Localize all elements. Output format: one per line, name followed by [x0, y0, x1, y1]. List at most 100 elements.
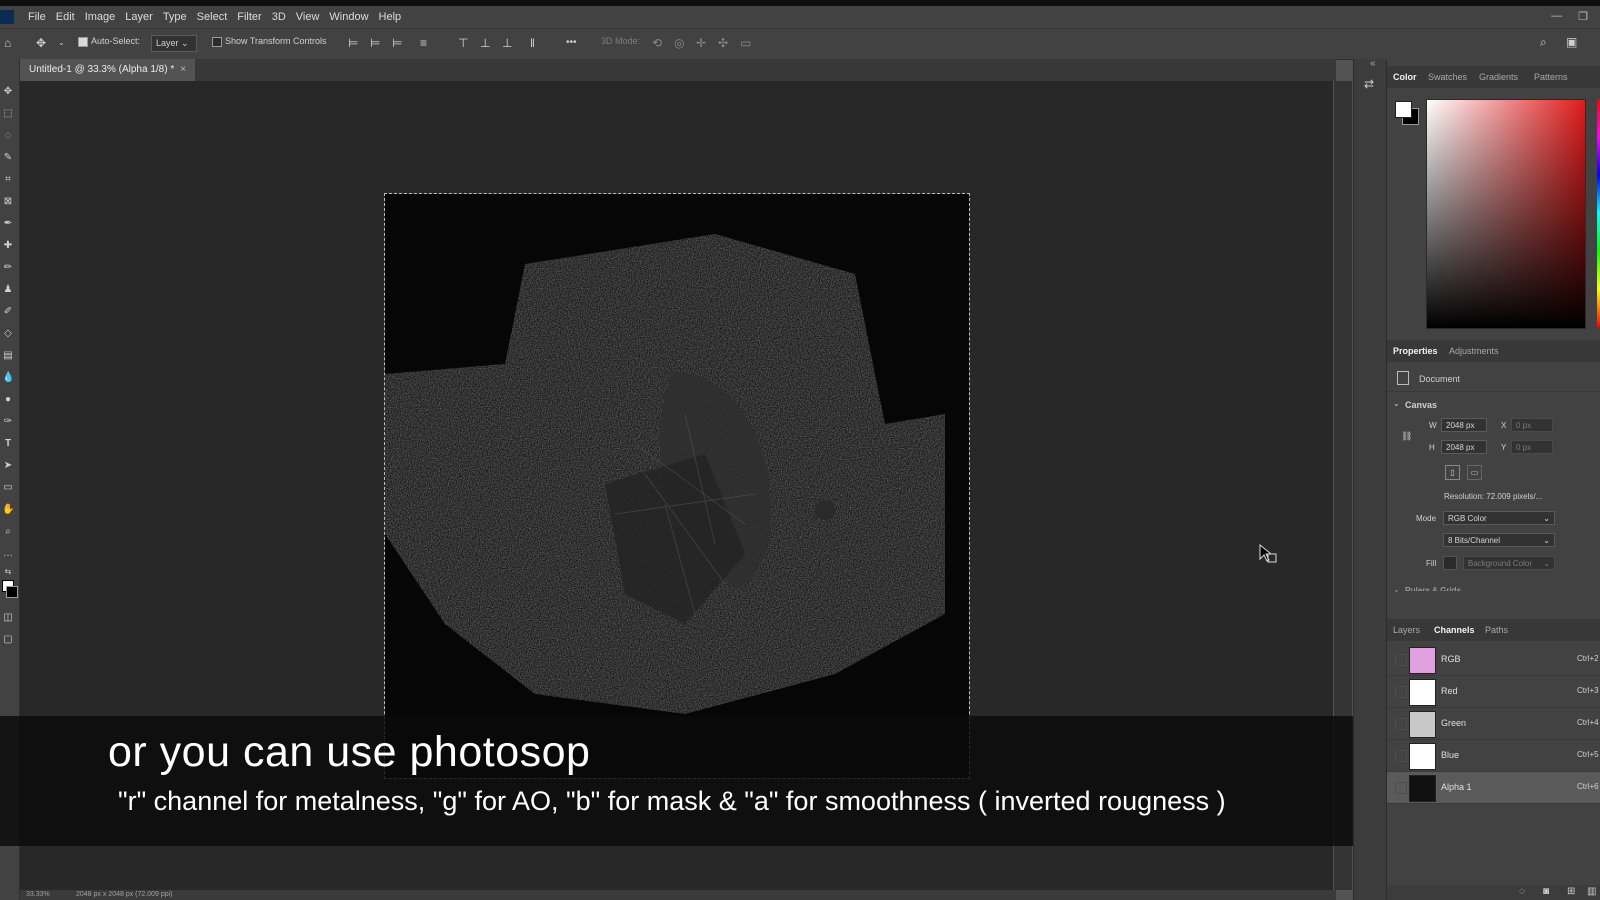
foreground-color-swatch[interactable] [1395, 101, 1412, 118]
tab-paths[interactable]: Paths [1485, 625, 1508, 635]
tab-gradients[interactable]: Gradients [1479, 72, 1518, 82]
screen-mode-icon[interactable]: ▢ [2, 634, 14, 646]
chevron-down-icon[interactable]: ⌄ [1393, 585, 1400, 594]
move-tool-icon[interactable]: ✥ [36, 36, 46, 50]
stamp-tool-icon[interactable]: ♟ [2, 284, 14, 296]
more-options-button[interactable]: ••• [566, 37, 577, 48]
tab-adjustments[interactable]: Adjustments [1449, 346, 1499, 356]
x-field[interactable]: 0 px [1511, 418, 1553, 432]
workspace-icon[interactable]: ▣ [1566, 35, 1577, 49]
channel-row-green[interactable]: Green Ctrl+4 [1387, 708, 1600, 740]
frame-tool-icon[interactable]: ⊠ [2, 196, 14, 208]
channel-row-alpha-1[interactable]: Alpha 1 Ctrl+6 [1387, 772, 1600, 804]
close-icon[interactable]: × [180, 64, 186, 75]
menu-filter[interactable]: Filter [237, 11, 261, 23]
mode-select[interactable]: RGB Color ⌄ [1443, 511, 1555, 525]
collapse-panels-icon[interactable]: « [1370, 58, 1376, 69]
document-canvas[interactable] [384, 193, 970, 779]
align-left-icon[interactable]: ⊨ [348, 36, 358, 50]
tab-color[interactable]: Color [1387, 66, 1422, 88]
pen-tool-icon[interactable]: ✑ [2, 416, 14, 428]
video-camera-icon[interactable]: ▭ [740, 36, 751, 50]
align-top-icon[interactable]: ⊤ [458, 36, 468, 50]
chevron-down-icon[interactable]: ⌄ [58, 36, 65, 50]
align-right-icon[interactable]: ⊨ [392, 36, 402, 50]
menu-select[interactable]: Select [197, 11, 228, 23]
layer-select[interactable]: Layer ⌄ [151, 35, 197, 52]
menu-window[interactable]: Window [329, 11, 368, 23]
visibility-toggle[interactable] [1395, 654, 1407, 666]
dodge-tool-icon[interactable]: ● [2, 394, 14, 406]
quick-select-tool-icon[interactable]: ✎ [2, 152, 14, 164]
fill-color-swatch[interactable] [1443, 556, 1457, 570]
path-select-icon[interactable]: ➤ [2, 460, 14, 472]
tab-layers[interactable]: Layers [1393, 625, 1420, 635]
menu-type[interactable]: Type [163, 11, 187, 23]
visibility-toggle[interactable] [1395, 782, 1407, 794]
align-bottom-icon[interactable]: ⊥ [502, 36, 512, 50]
menu-edit[interactable]: Edit [56, 11, 75, 23]
eyedropper-tool-icon[interactable]: ✒ [2, 218, 14, 230]
tab-properties[interactable]: Properties [1387, 340, 1444, 362]
distribute-icon[interactable]: ≡ [420, 36, 427, 50]
fill-select[interactable]: Background Color ⌄ [1463, 556, 1555, 570]
save-selection-icon[interactable]: ◙ [1543, 885, 1549, 899]
menu-3d[interactable]: 3D [272, 11, 286, 23]
rectangle-tool-icon[interactable]: ▭ [2, 482, 14, 494]
more-tools-icon[interactable]: … [2, 548, 14, 560]
align-center-icon[interactable]: ⊨ [370, 36, 380, 50]
menu-file[interactable]: File [28, 11, 46, 23]
landscape-orientation-icon[interactable]: ▭ [1467, 465, 1482, 480]
y-field[interactable]: 0 px [1511, 440, 1553, 454]
show-transform-checkbox[interactable]: Show Transform Controls [212, 36, 327, 47]
swap-colors-icon[interactable]: ⇆ [2, 566, 14, 578]
link-icon[interactable]: ⛓ [1401, 431, 1412, 442]
new-channel-icon[interactable]: ⊞ [1567, 885, 1575, 899]
history-brush-icon[interactable]: ✐ [2, 306, 14, 318]
restore-icon[interactable]: ❐ [1578, 10, 1588, 23]
chevron-down-icon[interactable]: ⌄ [1393, 399, 1400, 408]
home-icon[interactable]: ⌂ [4, 36, 11, 50]
align-middle-icon[interactable]: ⊥ [480, 36, 490, 50]
search-icon[interactable]: ⌕ [1540, 35, 1547, 49]
tab-swatches[interactable]: Swatches [1428, 72, 1467, 82]
type-tool-icon[interactable]: T [2, 438, 14, 450]
blur-tool-icon[interactable]: 💧 [2, 372, 14, 384]
distribute-vertical-icon[interactable]: ‖ [530, 36, 535, 50]
gradient-tool-icon[interactable]: ▤ [2, 350, 14, 362]
bit-depth-select[interactable]: 8 Bits/Channel ⌄ [1443, 533, 1555, 547]
hand-tool-icon[interactable]: ✋ [2, 504, 14, 516]
quick-mask-icon[interactable]: ◫ [2, 612, 14, 624]
pan-3d-icon[interactable]: ✛ [696, 36, 706, 50]
orbit-3d-icon[interactable]: ⟲ [652, 36, 662, 50]
delete-channel-icon[interactable]: ▥ [1587, 885, 1596, 899]
visibility-toggle[interactable] [1395, 750, 1407, 762]
move-tool-icon[interactable]: ✥ [2, 86, 14, 98]
healing-brush-icon[interactable]: ✚ [2, 240, 14, 252]
slide-3d-icon[interactable]: ✣ [718, 36, 728, 50]
menu-help[interactable]: Help [379, 11, 402, 23]
visibility-toggle[interactable] [1395, 686, 1407, 698]
zoom-level[interactable]: 33.33% [26, 891, 50, 898]
menu-image[interactable]: Image [85, 11, 116, 23]
visibility-toggle[interactable] [1395, 718, 1407, 730]
roll-3d-icon[interactable]: ◎ [674, 36, 684, 50]
history-panel-icon[interactable]: ⇄ [1364, 77, 1374, 91]
channel-row-blue[interactable]: Blue Ctrl+5 [1387, 740, 1600, 772]
color-field[interactable] [1426, 99, 1586, 329]
lasso-tool-icon[interactable]: ◌ [2, 130, 14, 142]
background-color-swatch[interactable] [6, 586, 18, 598]
document-tab[interactable]: Untitled-1 @ 33.3% (Alpha 1/8) * × [20, 59, 195, 81]
height-field[interactable]: 2048 px [1441, 440, 1487, 454]
auto-select-checkbox[interactable]: Auto-Select: [78, 36, 140, 47]
marquee-tool-icon[interactable]: ⬚ [2, 108, 14, 120]
tab-channels[interactable]: Channels [1428, 619, 1480, 641]
brush-tool-icon[interactable]: ✏ [2, 262, 14, 274]
minimize-icon[interactable]: — [1551, 10, 1562, 23]
portrait-orientation-icon[interactable]: ▯ [1445, 465, 1460, 480]
menu-layer[interactable]: Layer [125, 11, 153, 23]
menu-view[interactable]: View [296, 11, 320, 23]
channel-row-rgb[interactable]: RGB Ctrl+2 [1387, 644, 1600, 676]
zoom-tool-icon[interactable]: ⌕ [2, 526, 14, 538]
load-selection-icon[interactable]: ◌ [1519, 885, 1525, 899]
